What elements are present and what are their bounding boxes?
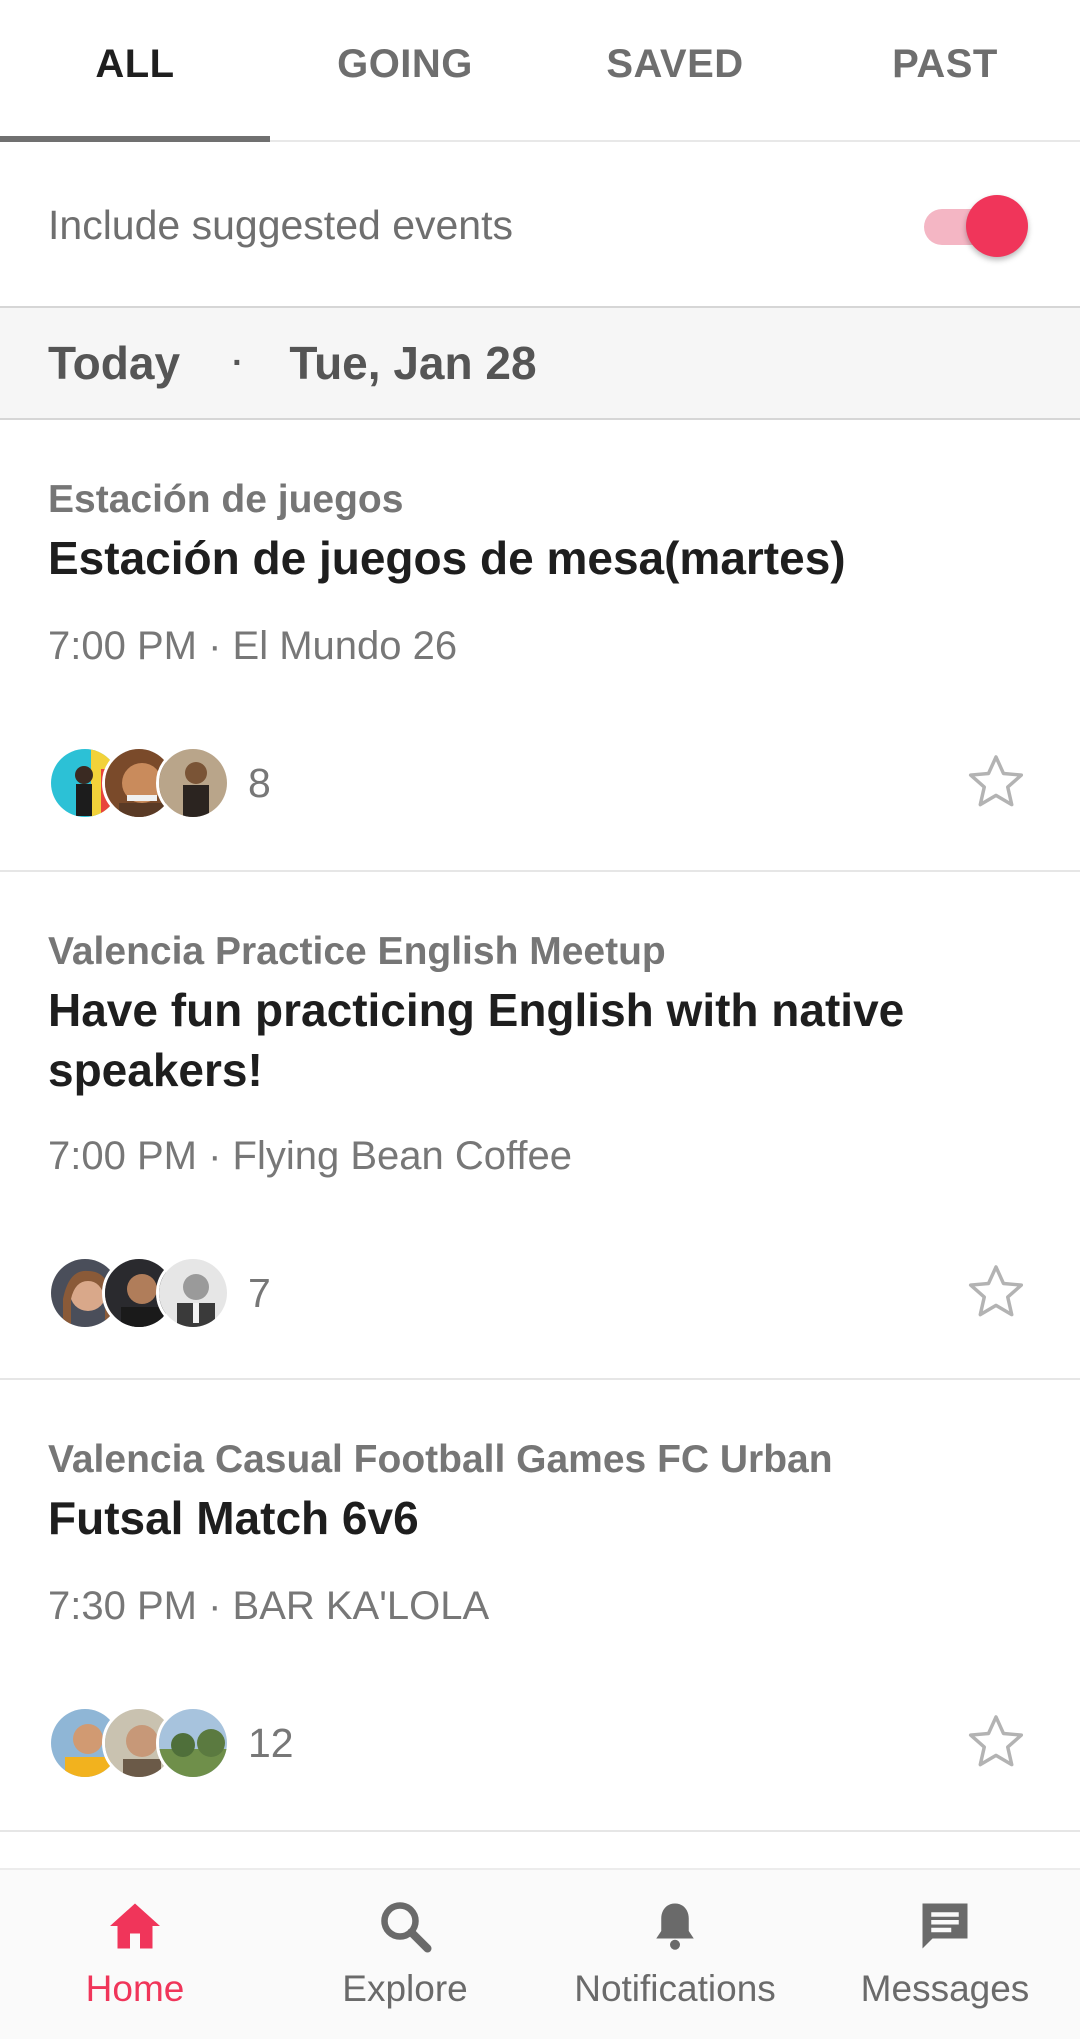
event-time-venue: 7:00 PM · Flying Bean Coffee <box>48 1134 572 1178</box>
nav-notifications[interactable]: Notifications <box>540 1870 810 2039</box>
event-group-name: Valencia Practice English Meetup <box>48 930 666 973</box>
attendee-count: 8 <box>248 759 271 806</box>
attendee-avatars[interactable]: 7 <box>48 1256 271 1330</box>
nav-home-label: Home <box>85 1968 185 2009</box>
nav-notifications-label: Notifications <box>574 1968 776 2009</box>
nav-explore-label: Explore <box>342 1968 468 2009</box>
avatar <box>156 1706 230 1780</box>
tab-all[interactable]: ALL <box>0 0 270 142</box>
avatar <box>156 746 230 820</box>
message-icon <box>922 1903 968 1949</box>
event-card[interactable]: Estación de juegos Estación de juegos de… <box>0 420 1080 872</box>
date-header: Today · Tue, Jan 28 <box>0 306 1080 420</box>
nav-explore[interactable]: Explore <box>270 1870 540 2039</box>
separator-dot: · <box>232 343 244 382</box>
tab-past[interactable]: PAST <box>810 0 1080 140</box>
search-icon <box>381 1902 432 1953</box>
event-card[interactable]: Valencia Practice English Meetup Have fu… <box>0 872 1080 1380</box>
event-group-name: Estación de juegos <box>48 478 404 521</box>
avatar <box>156 1256 230 1330</box>
event-title: Estación de juegos de mesa(martes) <box>48 532 846 584</box>
tab-saved[interactable]: SAVED <box>540 0 810 140</box>
nav-home[interactable]: Home <box>0 1870 270 2039</box>
attendee-count: 12 <box>248 1719 294 1766</box>
today-label: Today <box>48 337 181 389</box>
event-time-venue: 7:30 PM · BAR KA'LOLA <box>48 1584 490 1628</box>
event-card[interactable]: Valencia Casual Football Games FC Urban … <box>0 1380 1080 1832</box>
event-title: Futsal Match 6v6 <box>48 1492 419 1544</box>
star-icon[interactable] <box>964 1260 1028 1324</box>
event-time-venue: 7:00 PM · El Mundo 26 <box>48 624 458 668</box>
attendee-count: 7 <box>248 1269 271 1316</box>
star-icon[interactable] <box>964 1710 1028 1774</box>
toggle-knob <box>966 195 1028 257</box>
suggested-events-row: Include suggested events <box>0 144 1080 306</box>
event-group-name: Valencia Casual Football Games FC Urban <box>48 1438 833 1481</box>
attendee-avatars[interactable]: 12 <box>48 1706 294 1780</box>
tab-going[interactable]: GOING <box>270 0 540 140</box>
nav-messages[interactable]: Messages <box>810 1870 1080 2039</box>
suggested-events-label: Include suggested events <box>48 201 513 248</box>
star-icon[interactable] <box>964 750 1028 814</box>
home-icon <box>110 1903 160 1949</box>
event-title: Have fun practicing English with native … <box>48 984 905 1096</box>
bottom-navigation: Home Explore Notifications Messages <box>0 1868 1080 2039</box>
suggested-events-toggle[interactable] <box>924 193 1028 257</box>
attendee-avatars[interactable]: 8 <box>48 746 271 820</box>
event-tabs: ALL GOING SAVED PAST <box>0 0 1080 142</box>
nav-messages-label: Messages <box>860 1968 1030 2009</box>
date-label: Tue, Jan 28 <box>289 337 537 389</box>
bell-icon <box>656 1903 694 1950</box>
